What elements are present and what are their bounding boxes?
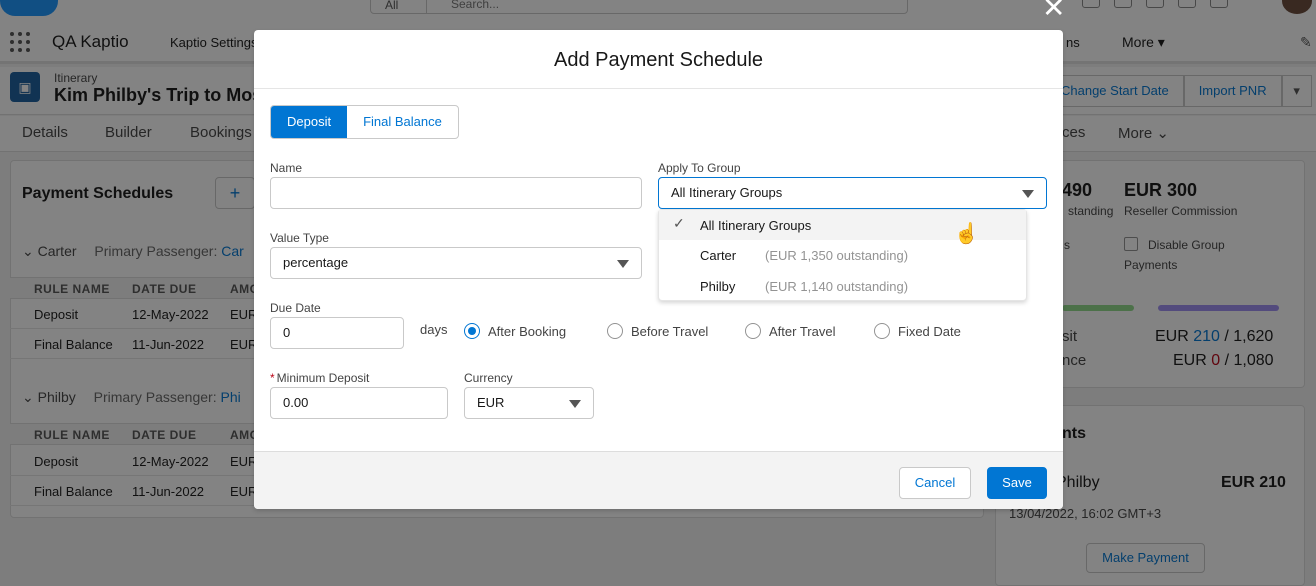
- option-meta: (EUR 1,140 outstanding): [765, 279, 909, 294]
- value-type-label: Value Type: [270, 231, 329, 245]
- modal-header: Add Payment Schedule: [254, 30, 1063, 89]
- value-type-value: percentage: [283, 255, 349, 270]
- minimum-deposit-label: * Minimum Deposit: [270, 371, 369, 385]
- tab-deposit[interactable]: Deposit: [271, 106, 348, 138]
- radio-icon: [745, 323, 761, 339]
- option-name: Philby: [700, 279, 736, 294]
- name-input[interactable]: [270, 177, 642, 209]
- hand-cursor-icon: ☝: [954, 223, 979, 245]
- option-name: All Itinerary Groups: [700, 218, 812, 233]
- option-name: Carter: [700, 248, 737, 263]
- close-modal-icon[interactable]: ✕: [1042, 0, 1065, 22]
- required-asterisk: *: [270, 371, 275, 385]
- apply-to-group-value: All Itinerary Groups: [671, 185, 783, 200]
- apply-to-group-label: Apply To Group: [658, 161, 741, 175]
- days-label: days: [420, 322, 448, 337]
- currency-select[interactable]: EUR: [464, 387, 594, 419]
- radio-selected-icon: [464, 323, 480, 339]
- tab-final-balance[interactable]: Final Balance: [347, 106, 458, 138]
- radio-label: After Booking: [488, 324, 567, 339]
- modal-title: Add Payment Schedule: [553, 49, 764, 71]
- currency-value: EUR: [477, 395, 505, 410]
- modal-footer: Cancel Save: [254, 451, 1063, 509]
- schedule-type-tabs: Deposit Final Balance: [270, 105, 459, 139]
- dropdown-option[interactable]: Philby (EUR 1,140 outstanding): [659, 271, 1026, 301]
- check-icon: ✓: [673, 215, 685, 231]
- value-type-select[interactable]: percentage: [270, 247, 642, 279]
- due-date-label: Due Date: [270, 301, 321, 315]
- cancel-button[interactable]: Cancel: [899, 467, 971, 499]
- dropdown-arrow-icon: [1022, 190, 1034, 198]
- dropdown-arrow-icon: [569, 400, 581, 408]
- minimum-deposit-input[interactable]: 0.00: [270, 387, 448, 419]
- radio-label: Before Travel: [631, 324, 709, 339]
- add-payment-schedule-modal: Add Payment Schedule Deposit Final Balan…: [254, 30, 1063, 509]
- apply-to-group-select[interactable]: All Itinerary Groups: [658, 177, 1047, 209]
- radio-label: Fixed Date: [898, 324, 961, 339]
- dropdown-arrow-icon: [617, 260, 629, 268]
- minimum-deposit-label-text: Minimum Deposit: [276, 371, 370, 385]
- name-label: Name: [270, 161, 303, 175]
- currency-label: Currency: [464, 371, 513, 385]
- due-date-input[interactable]: 0: [270, 317, 404, 349]
- radio-label: After Travel: [769, 324, 836, 339]
- save-button[interactable]: Save: [987, 467, 1047, 499]
- option-meta: (EUR 1,350 outstanding): [765, 248, 909, 263]
- radio-icon: [874, 323, 890, 339]
- radio-icon: [607, 323, 623, 339]
